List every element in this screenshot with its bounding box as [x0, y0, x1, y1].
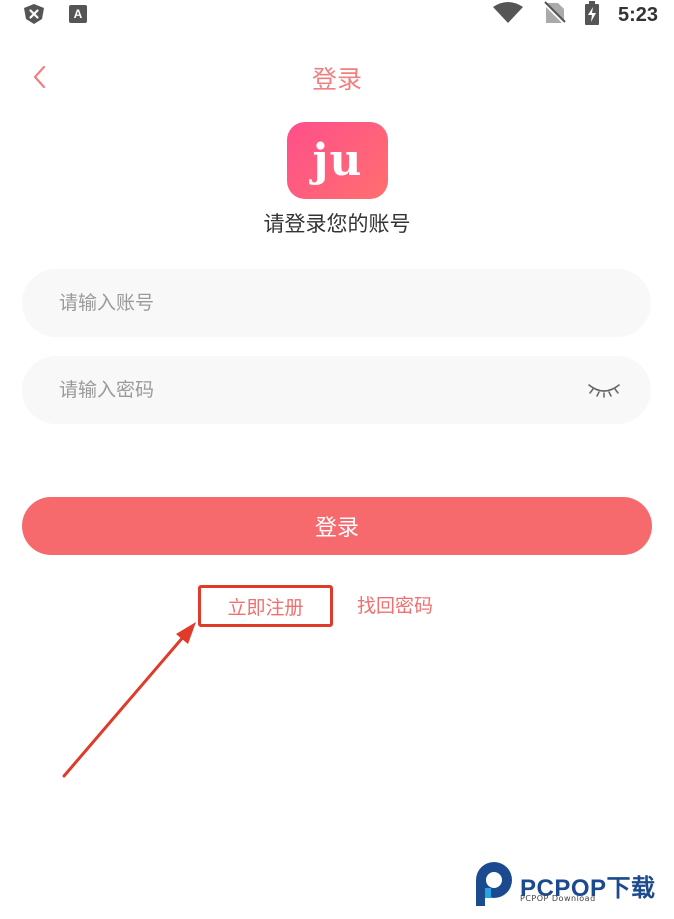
status-bar: A 5:23	[0, 0, 674, 28]
wifi-icon	[492, 2, 524, 28]
password-input[interactable]	[22, 356, 579, 424]
register-link[interactable]: 立即注册	[198, 585, 333, 627]
watermark-subtitle: PCPOP Download	[520, 894, 596, 903]
password-field	[22, 356, 651, 424]
no-sim-icon	[542, 1, 566, 29]
page-title: 登录	[311, 65, 362, 94]
login-button[interactable]: 登录	[22, 497, 652, 555]
status-time: 5:23	[617, 3, 658, 26]
svg-text:A: A	[74, 7, 83, 21]
account-input[interactable]	[22, 269, 579, 337]
pcpop-logo-icon	[476, 862, 512, 906]
app-logo: ju	[287, 122, 388, 199]
watermark: PCPOP下载 PCPOP Download	[470, 858, 670, 908]
forgot-password-link[interactable]: 找回密码	[357, 591, 433, 618]
app-logo-text: ju	[312, 135, 363, 186]
account-field	[22, 269, 651, 337]
login-prompt: 请登录您的账号	[263, 212, 411, 236]
battery-charging-icon	[584, 1, 600, 29]
register-link-label: 立即注册	[227, 596, 304, 619]
notification-blocked-icon	[22, 3, 46, 29]
keyboard-input-icon: A	[68, 4, 88, 28]
eye-closed-icon[interactable]	[587, 380, 621, 400]
